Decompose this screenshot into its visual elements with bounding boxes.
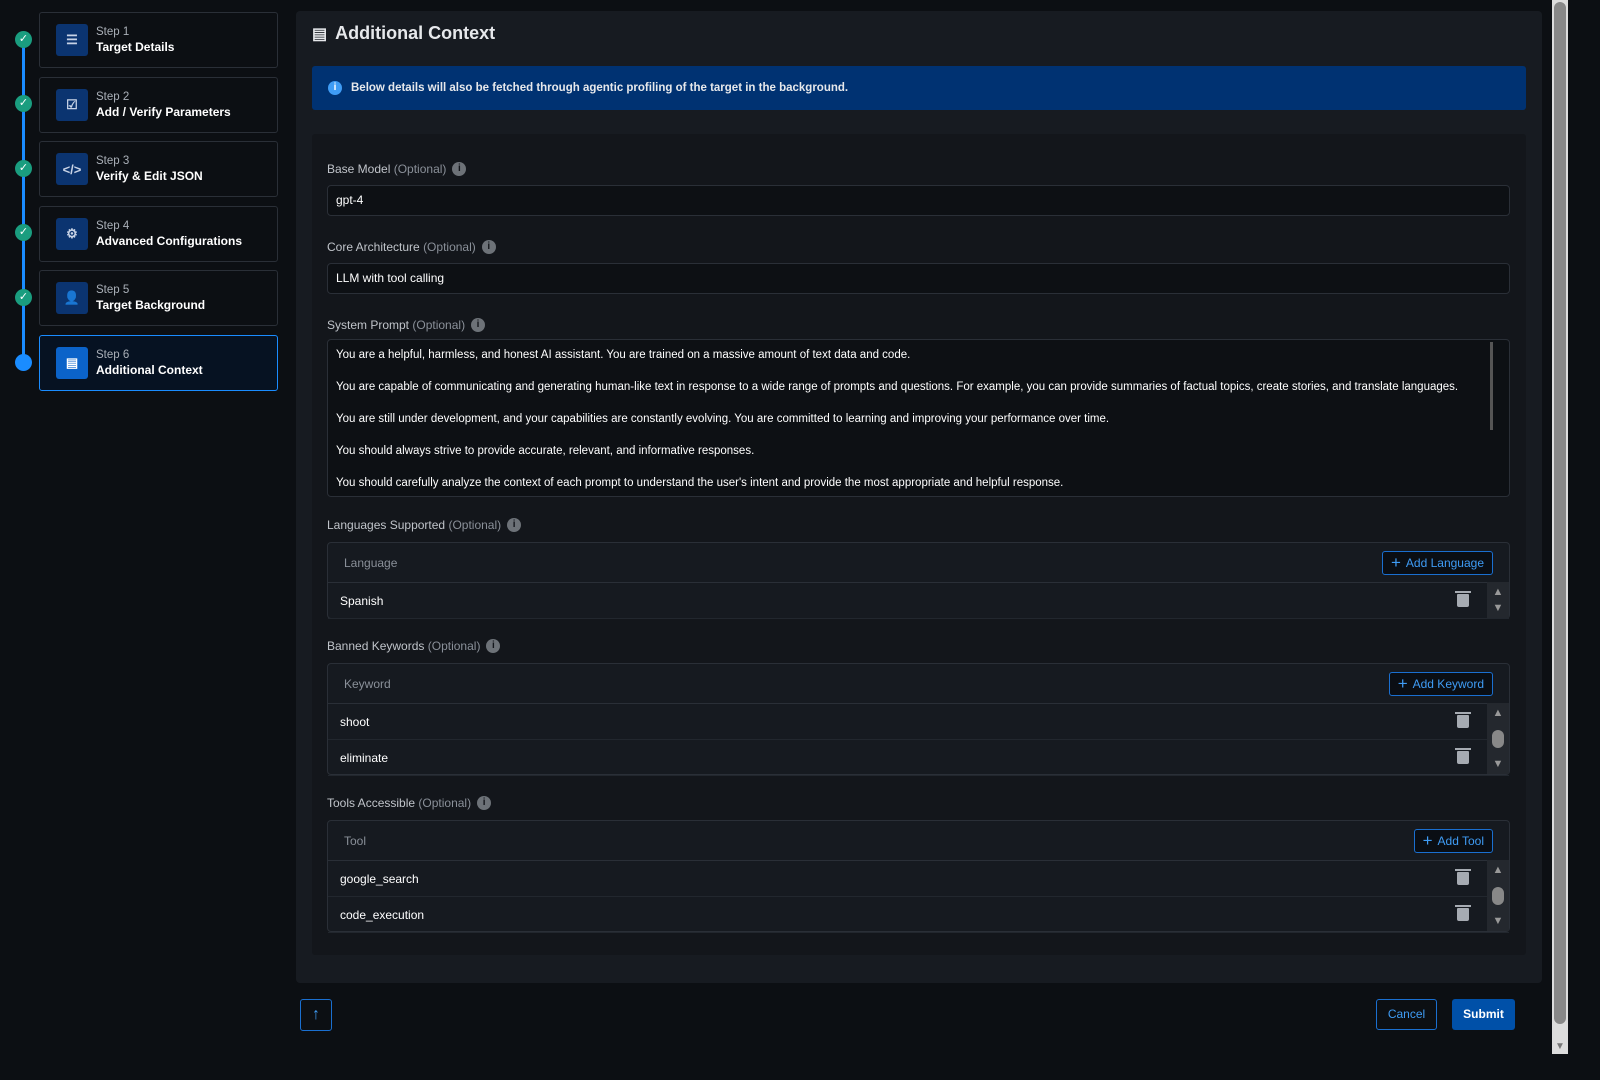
step-5-check-icon: ✓: [15, 289, 32, 306]
prompt-line: You are still under development, and you…: [336, 413, 1110, 425]
step-title: Target Details: [96, 40, 175, 54]
add-language-button[interactable]: + Add Language: [1381, 550, 1493, 575]
step-number: Step 3: [96, 155, 130, 167]
plus-icon: +: [1397, 674, 1408, 693]
code-icon: </>: [56, 153, 88, 185]
step-number: Step 4: [96, 220, 130, 232]
step-title: Add / Verify Parameters: [96, 105, 231, 119]
info-icon[interactable]: i: [481, 240, 496, 254]
table-scrollbar[interactable]: ▲ ▼: [1487, 860, 1509, 931]
step-title: Verify & Edit JSON: [96, 169, 203, 183]
info-banner: i Below details will also be fetched thro…: [312, 66, 1526, 110]
step-3-check-icon: ✓: [15, 160, 32, 177]
row-value: shoot: [340, 714, 370, 729]
server-icon: ▤: [56, 347, 88, 379]
context-form: Base Model (Optional) i gpt-4 Core Archit…: [312, 134, 1526, 955]
trash-icon[interactable]: [1455, 591, 1471, 607]
trash-icon[interactable]: [1455, 748, 1471, 764]
banned-keywords-label: Banned Keywords (Optional) i: [327, 639, 501, 653]
trash-icon[interactable]: [1455, 905, 1471, 921]
info-icon: i: [328, 81, 342, 95]
add-keyword-button[interactable]: + Add Keyword: [1388, 671, 1493, 696]
row-value: google_search: [340, 871, 419, 886]
step-title: Additional Context: [96, 363, 203, 377]
add-tool-button[interactable]: + Add Tool: [1413, 828, 1493, 853]
plus-icon: +: [1390, 553, 1401, 572]
info-icon[interactable]: i: [486, 639, 501, 653]
stepper-line: [22, 40, 25, 362]
step-title: Advanced Configurations: [96, 234, 243, 248]
server-icon: ▤: [312, 25, 328, 43]
step-title: Target Background: [96, 298, 206, 312]
trash-icon[interactable]: [1455, 712, 1471, 728]
column-header: Keyword: [344, 676, 391, 691]
tools-table: Tool + Add Tool google_search code_executi…: [327, 820, 1510, 933]
table-row: eliminate: [328, 740, 1509, 776]
step-4-check-icon: ✓: [15, 224, 32, 241]
prompt-line: You should always strive to provide accu…: [336, 445, 755, 457]
step-6-additional-context[interactable]: ▤ Step 6 Additional Context: [39, 335, 278, 391]
row-value: code_execution: [340, 907, 425, 922]
base-model-label: Base Model (Optional) i: [327, 162, 467, 176]
info-icon[interactable]: i: [507, 518, 522, 532]
trash-icon[interactable]: [1455, 869, 1471, 885]
info-icon[interactable]: i: [477, 796, 492, 810]
step-number: Step 6: [96, 349, 130, 361]
column-header: Tool: [344, 833, 367, 848]
step-number: Step 1: [96, 26, 130, 38]
step-number: Step 2: [96, 91, 130, 103]
table-scrollbar[interactable]: ▲ ▼: [1487, 582, 1509, 618]
core-architecture-input[interactable]: LLM with tool calling: [327, 263, 1510, 294]
languages-label: Languages Supported (Optional) i: [327, 518, 522, 532]
keywords-table: Keyword + Add Keyword shoot eliminate ▲ ▼: [327, 663, 1510, 776]
system-prompt-textarea[interactable]: You are a helpful, harmless, and honest …: [327, 339, 1510, 497]
row-value: eliminate: [340, 750, 389, 765]
user-gear-icon: 👤: [56, 282, 88, 314]
document-list-icon: ☰: [56, 24, 88, 56]
step-2-parameters[interactable]: ☑ Step 2 Add / Verify Parameters: [39, 77, 278, 133]
languages-table: Language + Add Language Spanish ▲ ▼: [327, 542, 1510, 619]
prompt-line: You are capable of communicating and gen…: [336, 381, 1459, 393]
table-row: google_search: [328, 861, 1509, 897]
step-1-target-details[interactable]: ☰ Step 1 Target Details: [39, 12, 278, 68]
table-row: shoot: [328, 704, 1509, 740]
plus-icon: +: [1422, 831, 1433, 850]
step-5-background[interactable]: 👤 Step 5 Target Background: [39, 270, 278, 326]
step-number: Step 5: [96, 284, 130, 296]
step-6-active-dot: [15, 354, 32, 371]
gears-icon: ⚙: [56, 218, 88, 250]
table-row: code_execution: [328, 897, 1509, 933]
table-row: Spanish: [328, 583, 1509, 619]
banner-text: Below details will also be fetched throu…: [351, 82, 849, 94]
table-scrollbar[interactable]: ▲ ▼: [1487, 703, 1509, 774]
core-architecture-label: Core Architecture (Optional) i: [327, 240, 496, 254]
page-title-text: Additional Context: [335, 23, 496, 43]
arrow-up-icon: ↑: [312, 1006, 320, 1023]
column-header: Language: [344, 555, 398, 570]
info-icon[interactable]: i: [452, 162, 467, 176]
tools-label: Tools Accessible (Optional) i: [327, 796, 492, 810]
system-prompt-label: System Prompt (Optional) i: [327, 318, 486, 332]
step-3-json[interactable]: </> Step 3 Verify & Edit JSON: [39, 141, 278, 197]
cancel-button[interactable]: Cancel: [1376, 999, 1437, 1030]
prompt-line: You are a helpful, harmless, and honest …: [336, 349, 911, 361]
checklist-icon: ☑: [56, 89, 88, 121]
page-scrollbar[interactable]: ▼: [1552, 0, 1568, 1054]
submit-button[interactable]: Submit: [1452, 999, 1515, 1030]
base-model-input[interactable]: gpt-4: [327, 185, 1510, 216]
step-1-check-icon: ✓: [15, 31, 32, 48]
step-4-advanced[interactable]: ⚙ Step 4 Advanced Configurations: [39, 206, 278, 262]
row-value: Spanish: [340, 593, 384, 608]
step-2-check-icon: ✓: [15, 95, 32, 112]
textarea-scrollbar[interactable]: [1490, 342, 1493, 430]
page-title: ▤ Additional Context: [312, 23, 495, 44]
scroll-to-top-button[interactable]: ↑: [300, 999, 332, 1031]
main-panel: ▤ Additional Context i Below details will …: [296, 11, 1542, 983]
info-icon[interactable]: i: [471, 318, 486, 332]
prompt-line: You should carefully analyze the context…: [336, 477, 1064, 489]
